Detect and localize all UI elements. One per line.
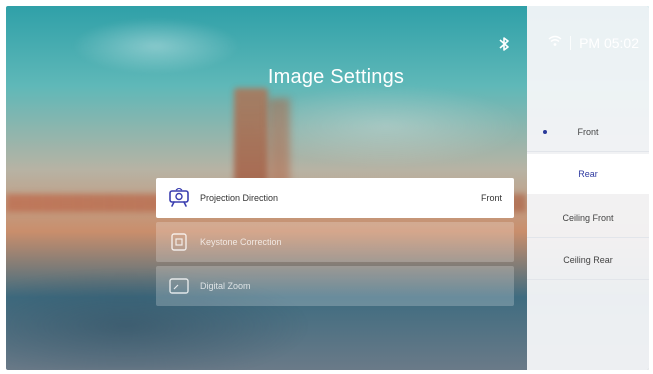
zoom-icon — [168, 275, 190, 297]
option-ceiling-rear[interactable]: Ceiling Rear — [527, 240, 649, 280]
projector-icon — [168, 187, 190, 209]
options-panel: PM 05:02 Front Rear Ceiling Front Ceilin… — [527, 6, 649, 370]
page-title: Image Settings — [267, 66, 405, 88]
selected-dot-icon — [543, 130, 547, 134]
menu-item-value: Front — [480, 193, 502, 203]
option-rear[interactable]: Rear — [527, 154, 649, 194]
option-label: Front — [577, 127, 599, 137]
option-ceiling-front[interactable]: Ceiling Front — [527, 198, 649, 238]
menu-item-label: Projection Direction — [200, 193, 279, 203]
menu-item-label: Digital Zoom — [200, 281, 251, 291]
option-label: Ceiling Front — [562, 213, 614, 223]
keystone-icon — [168, 231, 190, 253]
wifi-icon — [548, 34, 562, 52]
menu-item-digital-zoom[interactable]: Digital Zoom — [156, 266, 514, 306]
settings-menu: Projection Direction Front Keystone Corr… — [156, 178, 514, 310]
projector-screen: Image Settings Projection Direction Fron… — [6, 6, 649, 370]
option-front[interactable]: Front — [527, 112, 649, 152]
menu-item-keystone-correction[interactable]: Keystone Correction — [156, 222, 514, 262]
clock: PM 05:02 — [579, 35, 639, 51]
menu-item-label: Keystone Correction — [200, 237, 282, 247]
status-divider — [570, 36, 572, 50]
menu-item-projection-direction[interactable]: Projection Direction Front — [156, 178, 514, 218]
option-label: Ceiling Rear — [563, 255, 613, 265]
bluetooth-icon — [498, 36, 510, 57]
status-bar: PM 05:02 — [548, 34, 639, 52]
option-label: Rear — [578, 169, 598, 179]
